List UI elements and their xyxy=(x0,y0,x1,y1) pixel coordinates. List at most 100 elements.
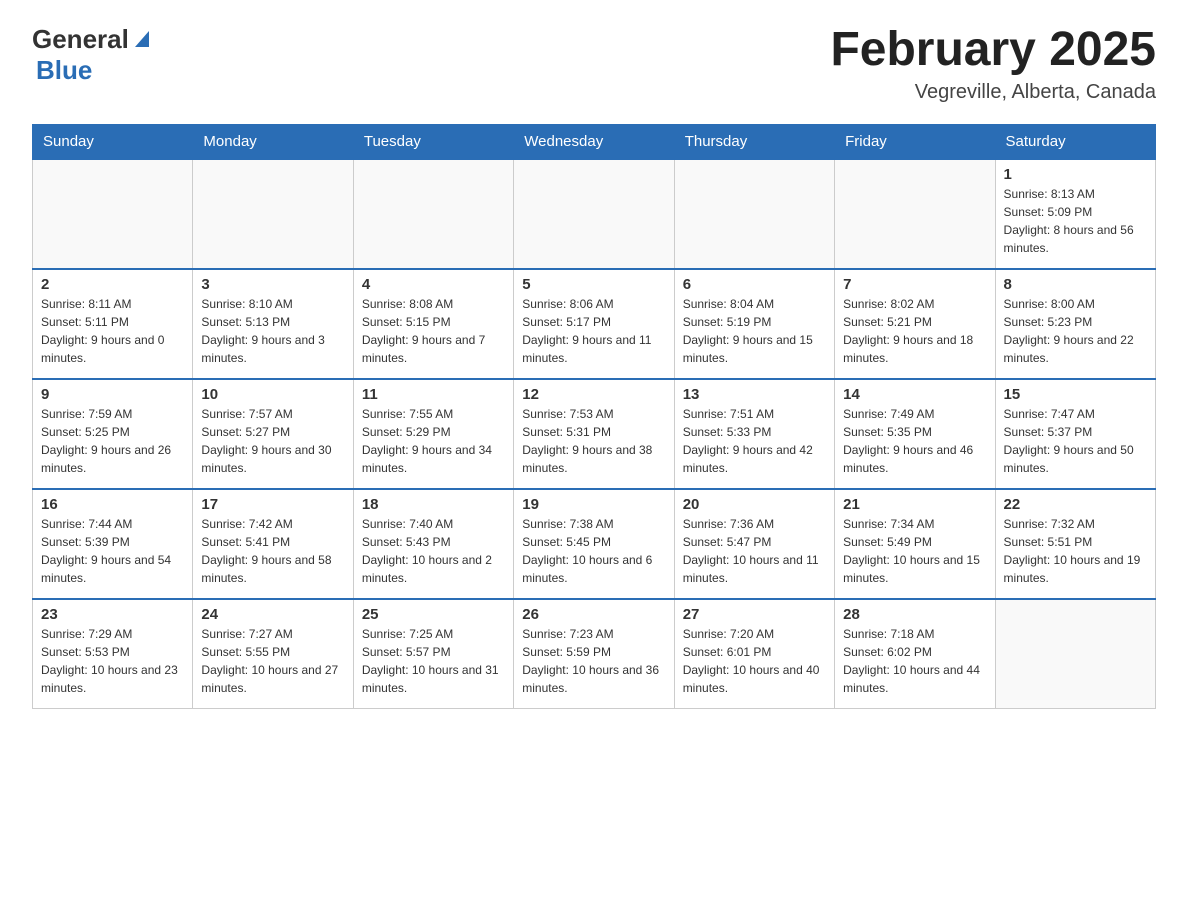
day-info: Sunrise: 8:13 AMSunset: 5:09 PMDaylight:… xyxy=(1004,185,1147,257)
calendar-cell: 13 Sunrise: 7:51 AMSunset: 5:33 PMDayligh… xyxy=(674,379,834,489)
day-number: 27 xyxy=(683,606,826,623)
day-number: 23 xyxy=(41,606,184,623)
day-number: 3 xyxy=(201,276,344,293)
calendar-cell: 11 Sunrise: 7:55 AMSunset: 5:29 PMDayligh… xyxy=(353,379,513,489)
day-number: 26 xyxy=(522,606,665,623)
day-info: Sunrise: 7:53 AMSunset: 5:31 PMDaylight:… xyxy=(522,405,665,477)
calendar-cell: 17 Sunrise: 7:42 AMSunset: 5:41 PMDayligh… xyxy=(193,489,353,599)
calendar-cell: 23 Sunrise: 7:29 AMSunset: 5:53 PMDayligh… xyxy=(33,599,193,709)
calendar-cell: 25 Sunrise: 7:25 AMSunset: 5:57 PMDayligh… xyxy=(353,599,513,709)
logo-triangle-icon xyxy=(131,27,153,49)
day-number: 18 xyxy=(362,496,505,513)
day-number: 13 xyxy=(683,386,826,403)
day-info: Sunrise: 7:42 AMSunset: 5:41 PMDaylight:… xyxy=(201,515,344,587)
day-number: 8 xyxy=(1004,276,1147,293)
calendar-body: 1 Sunrise: 8:13 AMSunset: 5:09 PMDaylight… xyxy=(33,159,1156,709)
day-info: Sunrise: 8:06 AMSunset: 5:17 PMDaylight:… xyxy=(522,295,665,367)
calendar-cell: 22 Sunrise: 7:32 AMSunset: 5:51 PMDayligh… xyxy=(995,489,1155,599)
day-number: 1 xyxy=(1004,166,1147,183)
day-info: Sunrise: 7:49 AMSunset: 5:35 PMDaylight:… xyxy=(843,405,986,477)
calendar-cell: 18Sunrise: 7:40 AMSunset: 5:43 PMDayligh… xyxy=(353,489,513,599)
calendar-cell: 15 Sunrise: 7:47 AMSunset: 5:37 PMDayligh… xyxy=(995,379,1155,489)
calendar-cell: 7 Sunrise: 8:02 AMSunset: 5:21 PMDaylight… xyxy=(835,269,995,379)
column-header-monday: Monday xyxy=(193,124,353,159)
day-number: 4 xyxy=(362,276,505,293)
day-info: Sunrise: 7:27 AMSunset: 5:55 PMDaylight:… xyxy=(201,625,344,697)
calendar-cell xyxy=(33,159,193,269)
day-info: Sunrise: 7:38 AMSunset: 5:45 PMDaylight:… xyxy=(522,515,665,587)
day-info: Sunrise: 8:00 AMSunset: 5:23 PMDaylight:… xyxy=(1004,295,1147,367)
location-text: Vegreville, Alberta, Canada xyxy=(830,81,1156,104)
day-number: 15 xyxy=(1004,386,1147,403)
calendar-cell xyxy=(514,159,674,269)
day-number: 9 xyxy=(41,386,184,403)
column-header-tuesday: Tuesday xyxy=(353,124,513,159)
calendar-cell xyxy=(353,159,513,269)
day-number: 28 xyxy=(843,606,986,623)
title-area: February 2025 Vegreville, Alberta, Canad… xyxy=(830,24,1156,104)
day-number: 16 xyxy=(41,496,184,513)
day-info: Sunrise: 7:20 AMSunset: 6:01 PMDaylight:… xyxy=(683,625,826,697)
calendar-cell xyxy=(193,159,353,269)
day-info: Sunrise: 7:44 AMSunset: 5:39 PMDaylight:… xyxy=(41,515,184,587)
calendar-cell: 21Sunrise: 7:34 AMSunset: 5:49 PMDayligh… xyxy=(835,489,995,599)
calendar-header: SundayMondayTuesdayWednesdayThursdayFrid… xyxy=(33,124,1156,159)
calendar-cell: 12Sunrise: 7:53 AMSunset: 5:31 PMDayligh… xyxy=(514,379,674,489)
day-info: Sunrise: 7:32 AMSunset: 5:51 PMDaylight:… xyxy=(1004,515,1147,587)
day-number: 6 xyxy=(683,276,826,293)
calendar-cell: 26 Sunrise: 7:23 AMSunset: 5:59 PMDayligh… xyxy=(514,599,674,709)
day-info: Sunrise: 7:25 AMSunset: 5:57 PMDaylight:… xyxy=(362,625,505,697)
page-header: General Blue February 2025 Vegreville, A… xyxy=(32,24,1156,104)
calendar-cell: 4 Sunrise: 8:08 AMSunset: 5:15 PMDaylight… xyxy=(353,269,513,379)
calendar-cell: 27 Sunrise: 7:20 AMSunset: 6:01 PMDayligh… xyxy=(674,599,834,709)
calendar-cell: 5 Sunrise: 8:06 AMSunset: 5:17 PMDaylight… xyxy=(514,269,674,379)
calendar-cell xyxy=(674,159,834,269)
day-number: 24 xyxy=(201,606,344,623)
week-row-1: 1 Sunrise: 8:13 AMSunset: 5:09 PMDaylight… xyxy=(33,159,1156,269)
column-header-wednesday: Wednesday xyxy=(514,124,674,159)
day-info: Sunrise: 7:51 AMSunset: 5:33 PMDaylight:… xyxy=(683,405,826,477)
calendar-cell xyxy=(835,159,995,269)
calendar-cell: 3 Sunrise: 8:10 AMSunset: 5:13 PMDaylight… xyxy=(193,269,353,379)
day-info: Sunrise: 8:04 AMSunset: 5:19 PMDaylight:… xyxy=(683,295,826,367)
day-number: 14 xyxy=(843,386,986,403)
day-info: Sunrise: 7:47 AMSunset: 5:37 PMDaylight:… xyxy=(1004,405,1147,477)
day-number: 17 xyxy=(201,496,344,513)
day-number: 25 xyxy=(362,606,505,623)
day-info: Sunrise: 7:59 AMSunset: 5:25 PMDaylight:… xyxy=(41,405,184,477)
calendar-cell: 1 Sunrise: 8:13 AMSunset: 5:09 PMDaylight… xyxy=(995,159,1155,269)
column-header-friday: Friday xyxy=(835,124,995,159)
day-info: Sunrise: 8:02 AMSunset: 5:21 PMDaylight:… xyxy=(843,295,986,367)
day-info: Sunrise: 7:18 AMSunset: 6:02 PMDaylight:… xyxy=(843,625,986,697)
calendar-cell: 16 Sunrise: 7:44 AMSunset: 5:39 PMDayligh… xyxy=(33,489,193,599)
day-info: Sunrise: 7:23 AMSunset: 5:59 PMDaylight:… xyxy=(522,625,665,697)
day-info: Sunrise: 7:29 AMSunset: 5:53 PMDaylight:… xyxy=(41,625,184,697)
logo-blue-text: Blue xyxy=(36,55,92,85)
day-number: 7 xyxy=(843,276,986,293)
calendar-cell: 24 Sunrise: 7:27 AMSunset: 5:55 PMDayligh… xyxy=(193,599,353,709)
day-info: Sunrise: 8:08 AMSunset: 5:15 PMDaylight:… xyxy=(362,295,505,367)
header-row: SundayMondayTuesdayWednesdayThursdayFrid… xyxy=(33,124,1156,159)
calendar-cell: 14 Sunrise: 7:49 AMSunset: 5:35 PMDayligh… xyxy=(835,379,995,489)
day-number: 11 xyxy=(362,386,505,403)
calendar-table: SundayMondayTuesdayWednesdayThursdayFrid… xyxy=(32,124,1156,710)
column-header-saturday: Saturday xyxy=(995,124,1155,159)
day-number: 20 xyxy=(683,496,826,513)
day-info: Sunrise: 7:34 AMSunset: 5:49 PMDaylight:… xyxy=(843,515,986,587)
calendar-cell: 2Sunrise: 8:11 AMSunset: 5:11 PMDaylight… xyxy=(33,269,193,379)
month-title: February 2025 xyxy=(830,24,1156,77)
day-info: Sunrise: 8:10 AMSunset: 5:13 PMDaylight:… xyxy=(201,295,344,367)
day-number: 5 xyxy=(522,276,665,293)
column-header-thursday: Thursday xyxy=(674,124,834,159)
day-number: 19 xyxy=(522,496,665,513)
day-number: 10 xyxy=(201,386,344,403)
day-info: Sunrise: 7:36 AMSunset: 5:47 PMDaylight:… xyxy=(683,515,826,587)
day-info: Sunrise: 8:11 AMSunset: 5:11 PMDaylight:… xyxy=(41,295,184,367)
week-row-4: 16 Sunrise: 7:44 AMSunset: 5:39 PMDayligh… xyxy=(33,489,1156,599)
week-row-5: 23 Sunrise: 7:29 AMSunset: 5:53 PMDayligh… xyxy=(33,599,1156,709)
column-header-sunday: Sunday xyxy=(33,124,193,159)
week-row-3: 9 Sunrise: 7:59 AMSunset: 5:25 PMDaylight… xyxy=(33,379,1156,489)
day-number: 22 xyxy=(1004,496,1147,513)
day-info: Sunrise: 7:55 AMSunset: 5:29 PMDaylight:… xyxy=(362,405,505,477)
calendar-cell: 20 Sunrise: 7:36 AMSunset: 5:47 PMDayligh… xyxy=(674,489,834,599)
